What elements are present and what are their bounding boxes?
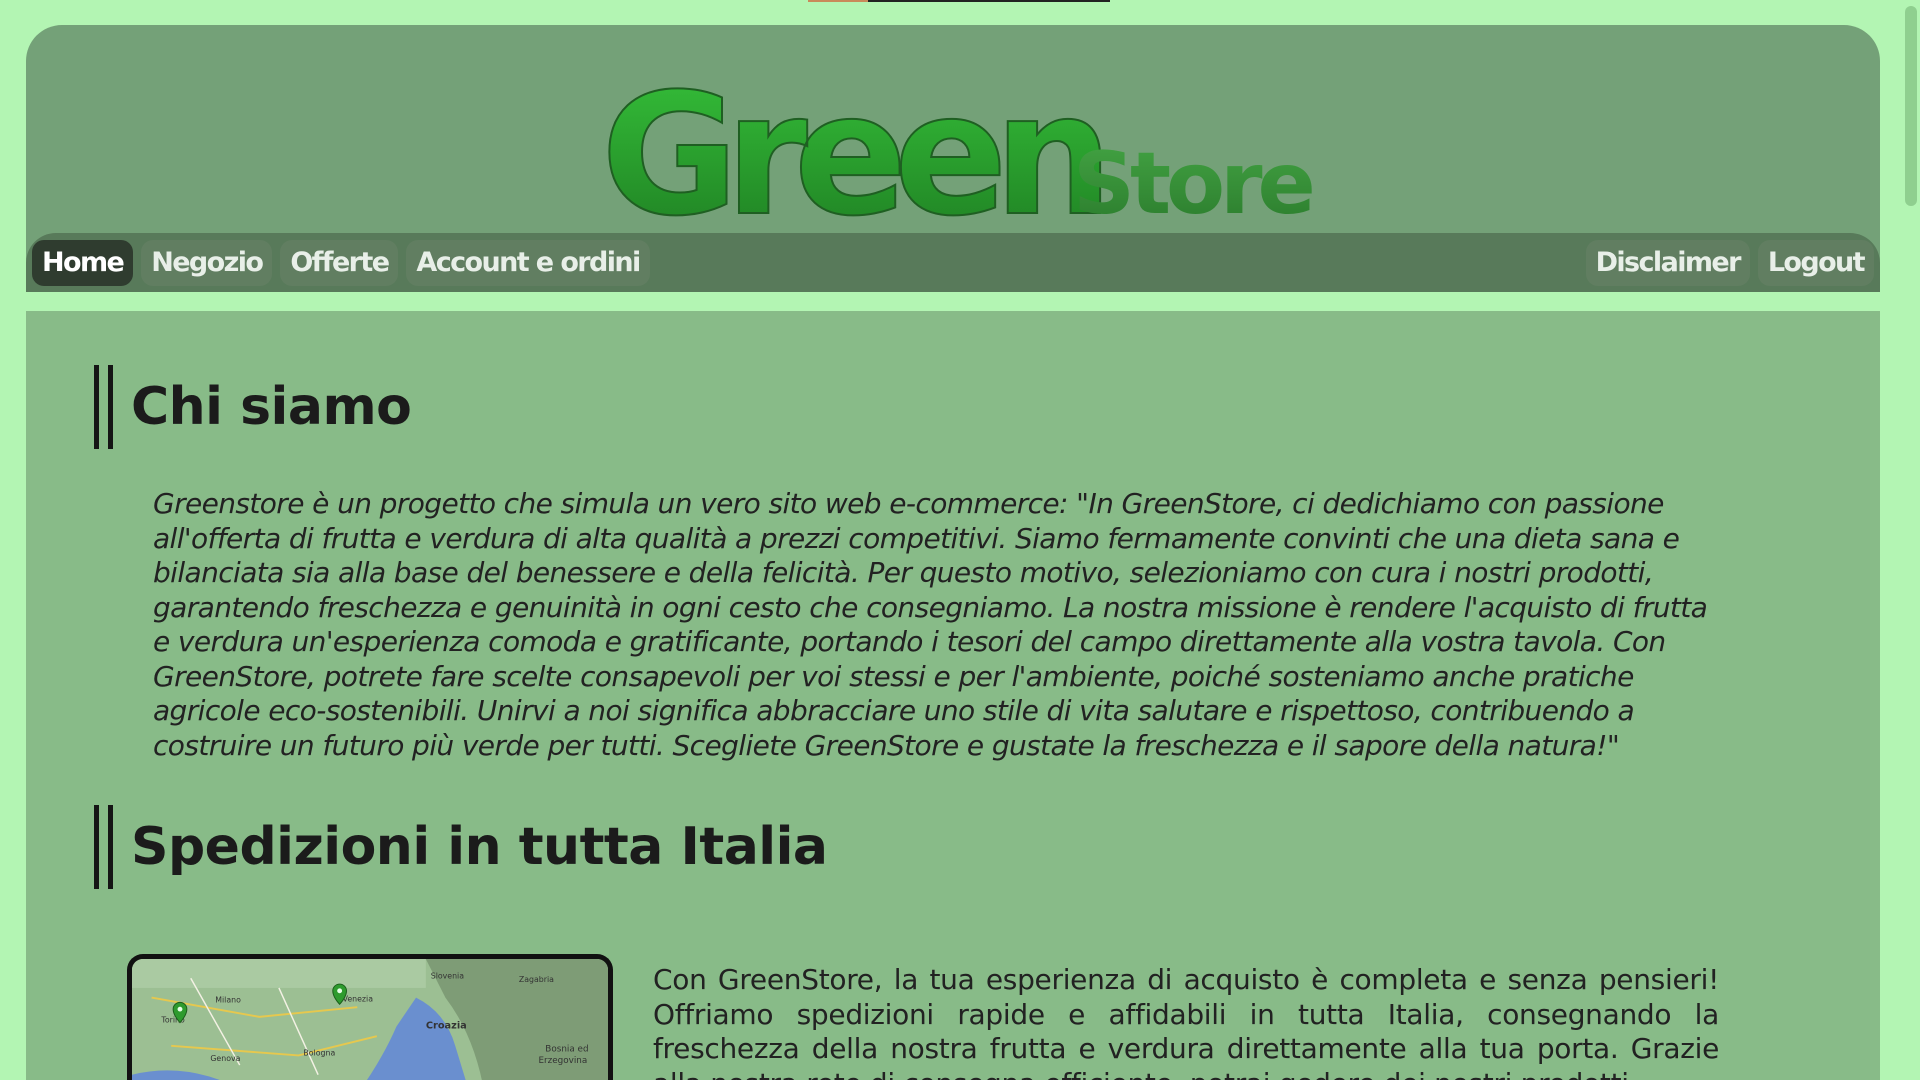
greenstore-logo[interactable]: Green Store <box>600 53 1341 254</box>
map-label-milano: Milano <box>215 995 241 1004</box>
nav-item-offerte[interactable]: Offerte <box>280 239 399 286</box>
map-graphic: Slovenia Zagabria Milano Venezia Torino … <box>132 959 608 1080</box>
site-header: Green Store Home Negozio Offerte Account… <box>26 25 1880 292</box>
logo-main-text: Green <box>601 57 1101 233</box>
nav-item-disclaimer[interactable]: Disclaimer <box>1585 239 1750 286</box>
logo-suffix-text: Store <box>1073 134 1313 233</box>
nav-right-group: Disclaimer Logout <box>1585 239 1874 286</box>
shipping-paragraph: Con GreenStore, la tua esperienza di acq… <box>653 963 1719 1080</box>
page-scrollbar[interactable] <box>1900 0 1920 1080</box>
map-label-zagabria: Zagabria <box>519 975 554 984</box>
map-label-erzegovina: Erzegovina <box>538 1056 587 1066</box>
heading-accent-bar <box>94 805 113 889</box>
about-paragraph: Greenstore è un progetto che simula un v… <box>153 487 1708 762</box>
about-heading: Chi siamo <box>94 365 412 449</box>
heading-accent-bar <box>94 365 113 449</box>
map-label-bologna: Bologna <box>303 1048 335 1057</box>
nav-left-group: Home Negozio Offerte Account e ordini <box>32 239 650 286</box>
map-label-slovenia: Slovenia <box>431 971 465 980</box>
shipping-heading: Spedizioni in tutta Italia <box>94 805 828 889</box>
nav-item-account-ordini[interactable]: Account e ordini <box>406 239 650 286</box>
shipping-title: Spedizioni in tutta Italia <box>131 817 828 877</box>
about-title: Chi siamo <box>131 377 412 437</box>
scrollbar-thumb[interactable] <box>1905 6 1917 206</box>
logo-graphic: Green Store <box>600 56 1318 254</box>
italy-map[interactable]: Slovenia Zagabria Milano Venezia Torino … <box>127 954 613 1080</box>
nav-item-logout[interactable]: Logout <box>1757 239 1874 286</box>
map-label-venezia: Venezia <box>343 994 374 1003</box>
main-content: Chi siamo Greenstore è un progetto che s… <box>26 311 1880 1080</box>
top-progress-strip <box>808 0 1110 2</box>
map-label-bosnia: Bosnia ed <box>545 1045 588 1055</box>
nav-item-home[interactable]: Home <box>32 239 134 286</box>
map-label-croazia: Croazia <box>426 1020 467 1031</box>
nav-item-negozio[interactable]: Negozio <box>141 239 273 286</box>
main-navigation: Home Negozio Offerte Account e ordini Di… <box>26 233 1880 292</box>
map-label-genova: Genova <box>210 1054 240 1063</box>
top-progress-segment <box>808 0 868 2</box>
